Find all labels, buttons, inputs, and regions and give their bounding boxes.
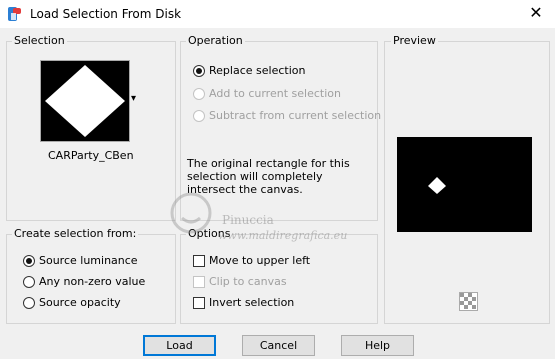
clip-to-canvas-label: Clip to canvas	[209, 275, 287, 288]
watermark-name: Pinuccia	[222, 213, 274, 227]
source-luminance-label[interactable]: Source luminance	[39, 254, 138, 267]
subtract-from-current-selection-label: Subtract from current selection	[209, 109, 382, 122]
watermark-logo	[168, 190, 214, 239]
watermark-url: www.maldiregrafica.eu	[218, 229, 348, 242]
replace-selection-label[interactable]: Replace selection	[209, 64, 305, 77]
close-icon[interactable]: ✕	[520, 2, 552, 24]
invert-selection-checkbox[interactable]	[193, 297, 205, 309]
any-non-zero-value-label[interactable]: Any non-zero value	[39, 275, 145, 288]
source-luminance-radio[interactable]	[23, 255, 35, 267]
add-to-current-selection-radio	[193, 88, 205, 100]
clip-to-canvas-checkbox	[193, 276, 205, 288]
move-to-upper-left-label[interactable]: Move to upper left	[209, 254, 310, 267]
preview-group-label: Preview	[391, 34, 438, 47]
invert-selection-label[interactable]: Invert selection	[209, 296, 294, 309]
app-icon	[7, 6, 23, 22]
add-to-current-selection-label: Add to current selection	[209, 87, 341, 100]
selection-thumbnail[interactable]	[40, 60, 130, 142]
selection-group-label: Selection	[12, 34, 67, 47]
source-opacity-label[interactable]: Source opacity	[39, 296, 121, 309]
cancel-button[interactable]: Cancel	[242, 335, 315, 356]
replace-selection-radio[interactable]	[193, 65, 205, 77]
source-opacity-radio[interactable]	[23, 297, 35, 309]
selection-file-name: CARParty_CBen	[48, 149, 134, 162]
create-selection-group-label: Create selection from:	[12, 227, 139, 240]
subtract-from-current-selection-radio	[193, 110, 205, 122]
transparency-toggle-icon[interactable]	[459, 292, 478, 311]
load-button[interactable]: Load	[143, 335, 216, 356]
help-button[interactable]: Help	[341, 335, 414, 356]
chevron-down-icon[interactable]: ▾	[131, 93, 136, 104]
window-title: Load Selection From Disk	[30, 7, 182, 21]
operation-info-text: The original rectangle for this selectio…	[187, 157, 350, 196]
any-non-zero-value-radio[interactable]	[23, 276, 35, 288]
operation-group-label: Operation	[186, 34, 245, 47]
preview-canvas	[397, 137, 532, 232]
move-to-upper-left-checkbox[interactable]	[193, 255, 205, 267]
